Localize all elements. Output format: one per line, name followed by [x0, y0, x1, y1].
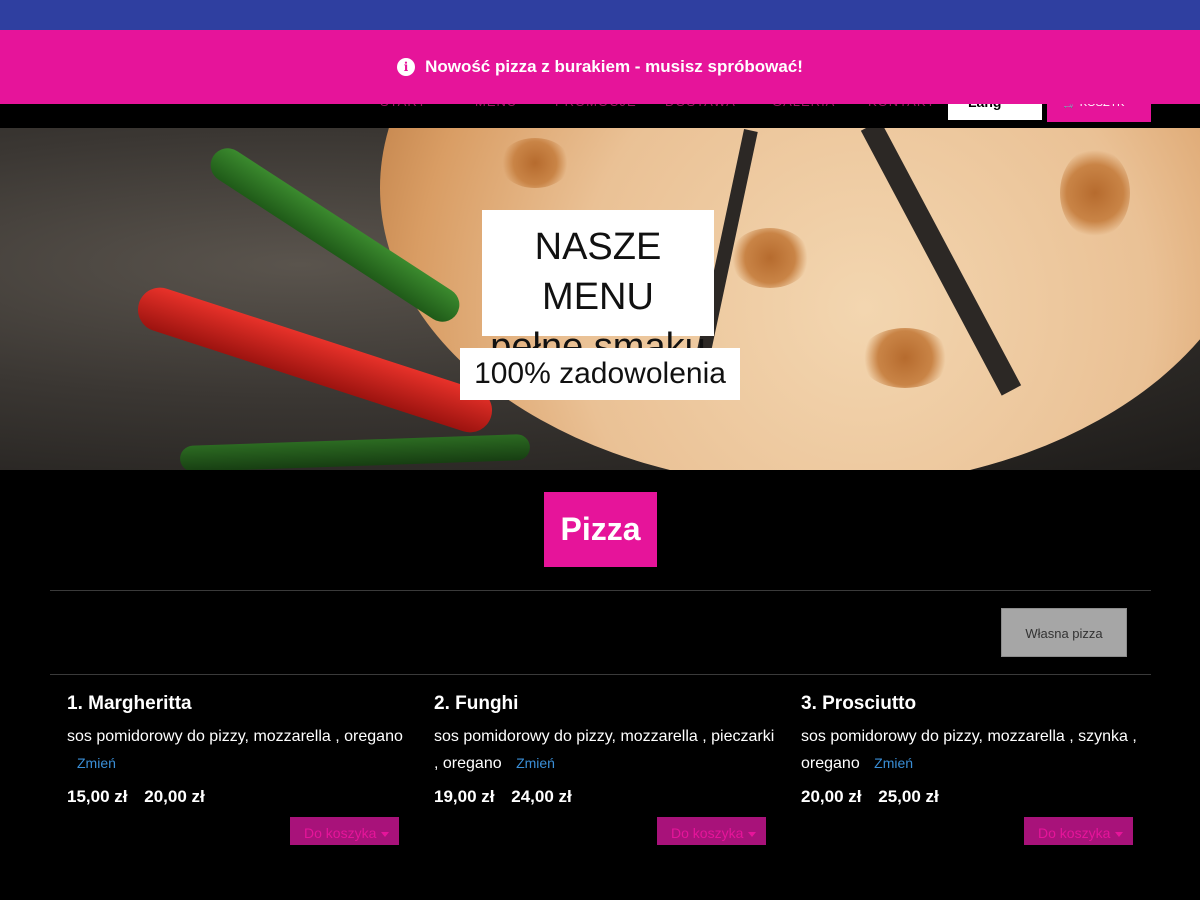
price-small: 20,00 zł — [801, 787, 862, 806]
menu-item-description: sos pomidorowy do pizzy, mozzarella , or… — [67, 724, 412, 777]
green-chili-image — [179, 433, 531, 470]
menu-item-ingredients: sos pomidorowy do pizzy, mozzarella , pi… — [434, 728, 775, 772]
price-large: 20,00 zł — [144, 787, 205, 806]
change-ingredients-link[interactable]: Zmień — [874, 755, 913, 771]
divider — [50, 590, 1151, 591]
menu-item-description: sos pomidorowy do pizzy, mozzarella , pi… — [434, 724, 779, 777]
crust-spot — [730, 228, 810, 288]
hero-title: NASZE MENU pełne smaku — [482, 210, 714, 368]
change-ingredients-link[interactable]: Zmień — [516, 755, 555, 771]
menu-item-prices: 19,00 zł 24,00 zł — [434, 787, 779, 807]
top-bar — [0, 0, 1200, 30]
price-small: 19,00 zł — [434, 787, 495, 806]
menu-item-name: 1. Margheritta — [67, 693, 192, 714]
hero-banner: NASZE MENU pełne smaku 100% zadowolenia — [0, 128, 1200, 470]
add-to-cart-button[interactable]: Do koszyka — [1024, 817, 1133, 845]
crust-spot — [500, 138, 570, 188]
category-title: Pizza — [544, 492, 657, 567]
menu-item-description: sos pomidorowy do pizzy, mozzarella , sz… — [801, 724, 1146, 777]
menu-item-prices: 20,00 zł 25,00 zł — [801, 787, 1146, 807]
menu-item-ingredients: sos pomidorowy do pizzy, mozzarella , or… — [67, 728, 403, 745]
add-to-cart-label: Do koszyka — [671, 825, 744, 841]
change-ingredients-link[interactable]: Zmień — [77, 755, 116, 771]
add-to-cart-label: Do koszyka — [1038, 825, 1111, 841]
price-large: 24,00 zł — [511, 787, 572, 806]
add-to-cart-label: Do koszyka — [304, 825, 377, 841]
info-icon: i — [397, 58, 416, 76]
crust-spot — [860, 328, 950, 388]
custom-pizza-button[interactable]: Własna pizza — [1001, 608, 1127, 657]
notification-banner: i Nowość pizza z burakiem - musisz sprób… — [0, 30, 1200, 104]
menu-item: 2. Funghi sos pomidorowy do pizzy, mozza… — [434, 690, 779, 807]
crust-spot — [1060, 148, 1130, 238]
hero-subtitle: 100% zadowolenia — [460, 348, 740, 400]
caret-down-icon — [381, 831, 390, 837]
caret-down-icon — [1115, 831, 1124, 837]
price-small: 15,00 zł — [67, 787, 128, 806]
divider — [50, 674, 1151, 675]
hero-title-line1: NASZE MENU — [534, 226, 662, 318]
menu-item-prices: 15,00 zł 20,00 zł — [67, 787, 412, 807]
add-to-cart-button[interactable]: Do koszyka — [290, 817, 399, 845]
price-large: 25,00 zł — [878, 787, 939, 806]
menu-item-name: 3. Prosciutto — [801, 693, 917, 714]
menu-item-name: 2. Funghi — [434, 693, 519, 714]
menu-item-ingredients: sos pomidorowy do pizzy, mozzarella , sz… — [801, 728, 1137, 772]
menu-item: 1. Margheritta sos pomidorowy do pizzy, … — [67, 690, 412, 807]
menu-item: 3. Prosciutto sos pomidorowy do pizzy, m… — [801, 690, 1146, 807]
add-to-cart-button[interactable]: Do koszyka — [657, 817, 766, 845]
caret-down-icon — [748, 831, 757, 837]
notification-text: Nowość pizza z burakiem - musisz spróbow… — [425, 57, 803, 76]
